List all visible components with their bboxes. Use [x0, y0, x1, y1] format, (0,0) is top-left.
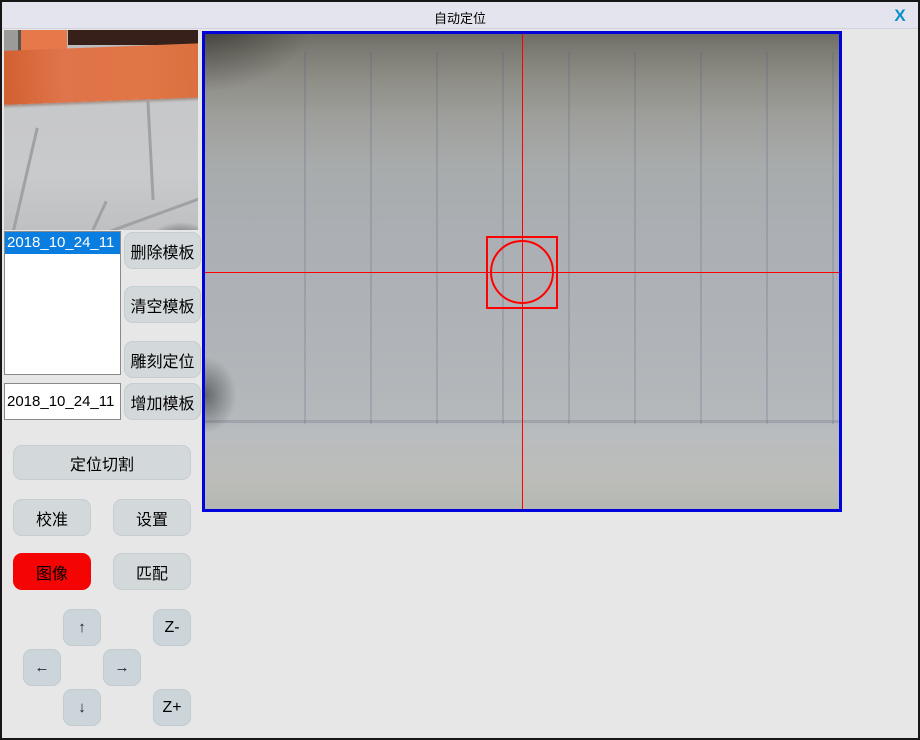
template-list[interactable]: 2018_10_24_11 [4, 231, 121, 375]
template-list-item[interactable]: 2018_10_24_11 [5, 232, 120, 254]
preview-decor-seam [146, 100, 154, 200]
engrave-locate-button[interactable]: 雕刻定位 [124, 341, 201, 378]
z-plus-button[interactable]: Z+ [153, 689, 191, 726]
camera-view[interactable] [202, 31, 842, 512]
jog-right-button[interactable]: → [103, 649, 141, 686]
locate-cut-button[interactable]: 定位切割 [13, 445, 191, 480]
image-button[interactable]: 图像 [13, 553, 91, 590]
preview-decor-seam [4, 127, 38, 230]
delete-template-button[interactable]: 删除模板 [124, 232, 201, 269]
clear-template-button[interactable]: 清空模板 [124, 286, 201, 323]
preview-decor-shadow [124, 208, 198, 230]
template-name-input[interactable] [4, 383, 121, 420]
preview-decor-seam [75, 201, 107, 230]
preview-decor-darkbar [68, 30, 198, 45]
add-template-button[interactable]: 增加模板 [124, 383, 201, 420]
titlebar: 自动定位 X [2, 2, 918, 29]
close-icon[interactable]: X [889, 5, 911, 27]
jog-left-button[interactable]: ← [23, 649, 61, 686]
jog-up-button[interactable]: ↑ [63, 609, 101, 646]
match-region-circle [490, 240, 554, 304]
calibrate-button[interactable]: 校准 [13, 499, 91, 536]
match-button[interactable]: 匹配 [113, 553, 191, 590]
z-minus-button[interactable]: Z- [153, 609, 191, 646]
preview-decor-orange-beam [4, 43, 198, 105]
settings-button[interactable]: 设置 [113, 499, 191, 536]
page-title: 自动定位 [2, 8, 918, 27]
jog-down-button[interactable]: ↓ [63, 689, 101, 726]
template-preview-image [4, 30, 198, 230]
auto-locate-dialog: 自动定位 X 2018_10_24_11 删除模板 清空模板 雕刻定位 增加模板… [0, 0, 920, 740]
